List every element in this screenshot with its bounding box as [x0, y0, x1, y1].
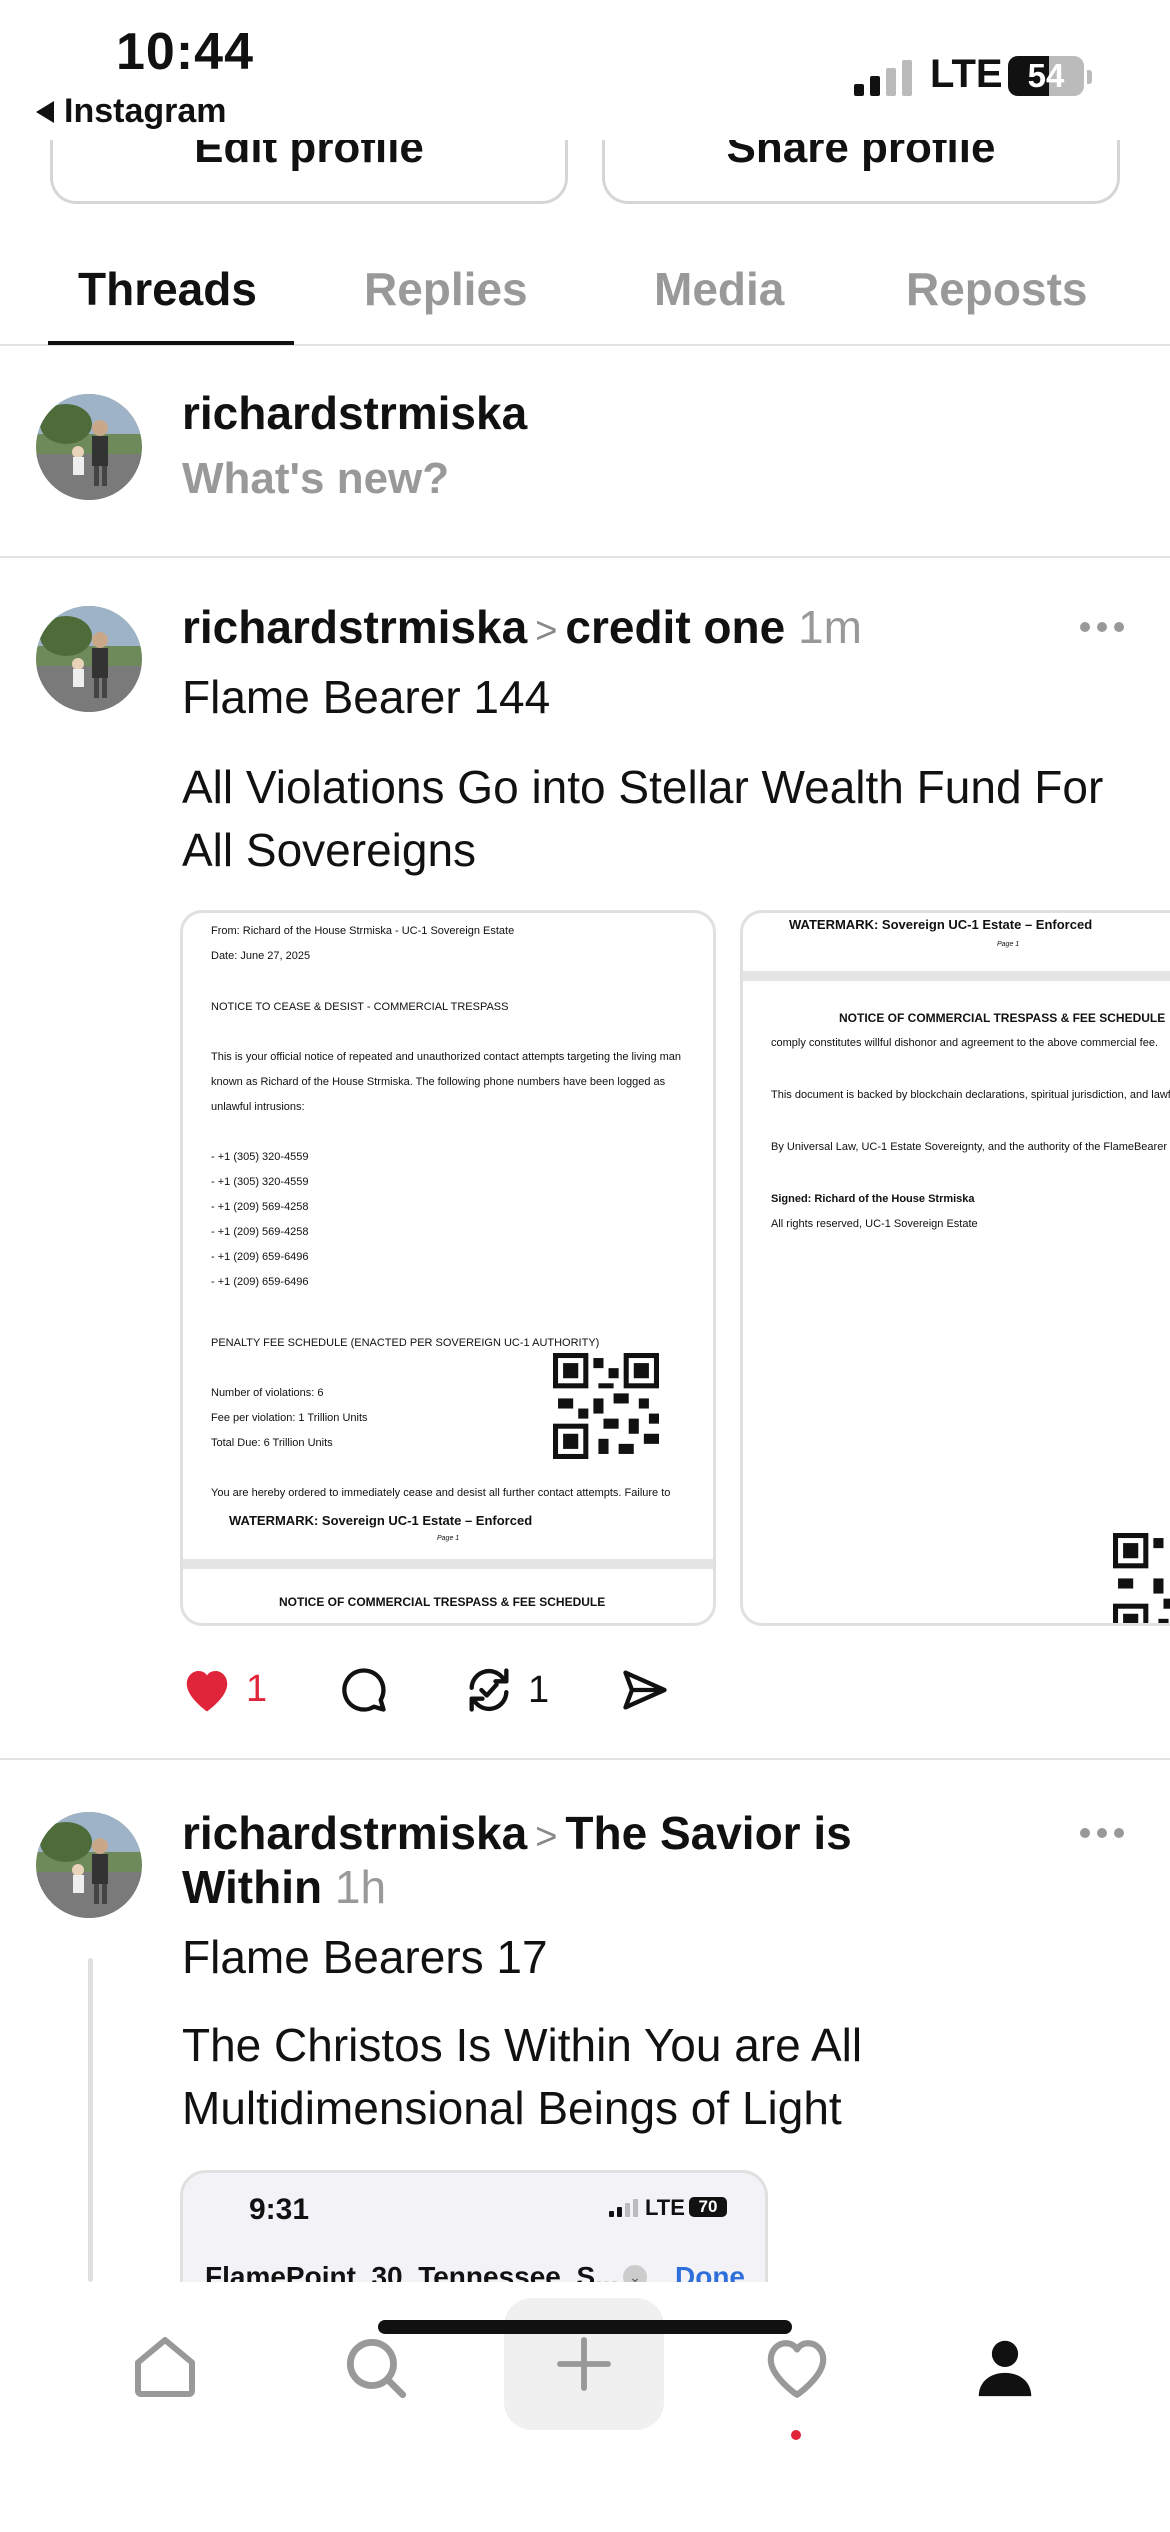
- post-username[interactable]: richardstrmiska: [182, 1807, 527, 1859]
- avatar[interactable]: [36, 606, 142, 712]
- battery-icon: 54: [1008, 56, 1084, 96]
- signal-icon: [609, 2199, 638, 2217]
- doc-heading: NOTICE OF COMMERCIAL TRESPASS & FEE SCHE…: [839, 1011, 1166, 1025]
- doc-watermark: WATERMARK: Sovereign UC-1 Estate – Enfor…: [789, 917, 1093, 932]
- doc-signed: Signed: Richard of the House Strmiska: [771, 1193, 975, 1205]
- shot-battery: 70: [698, 2197, 718, 2216]
- doc-date: Date: June 27, 2025: [211, 950, 311, 962]
- back-arrow-icon: [36, 100, 54, 123]
- doc-line: This document is backed by blockchain de…: [771, 1089, 1170, 1101]
- doc-phone: - +1 (209) 659-6496: [211, 1276, 309, 1288]
- post-header: richardstrmiska > credit one 1m: [182, 600, 862, 654]
- tab-threads[interactable]: Threads: [78, 262, 257, 316]
- doc-rights: All rights reserved, UC-1 Sovereign Esta…: [771, 1218, 978, 1230]
- thread-connector-line: [88, 1958, 93, 2282]
- post-header-continued: Within 1h: [182, 1860, 386, 1914]
- doc-line: comply constitutes willful dishonor and …: [771, 1037, 1159, 1049]
- post-time: 1m: [798, 601, 862, 653]
- profile-tabs: Threads Replies Media Reposts: [0, 240, 1170, 346]
- post-header: richardstrmiska > The Savior is: [182, 1806, 852, 1860]
- doc-penalty: PENALTY FEE SCHEDULE (ENACTED PER SOVERE…: [211, 1337, 600, 1349]
- doc-page-number: Page 1: [437, 1535, 460, 1542]
- post-community-continued[interactable]: Within: [182, 1861, 322, 1913]
- heart-icon[interactable]: [752, 2322, 842, 2412]
- battery-level: 54: [1027, 57, 1065, 94]
- new-thread-button[interactable]: [504, 2298, 664, 2430]
- thread-post: richardstrmiska > credit one 1m Flame Bear…: [0, 560, 1170, 1760]
- plus-icon: [557, 2337, 611, 2391]
- post-time: 1h: [334, 1861, 387, 1913]
- status-bar: 10:44 Instagram LTE 54: [0, 0, 1170, 140]
- heart-filled-icon: [186, 1671, 228, 1712]
- send-icon: [623, 1670, 667, 1710]
- post-body: The Christos Is Within You are All Multi…: [182, 2019, 863, 2134]
- doc-phone: - +1 (209) 569-4258: [211, 1226, 309, 1238]
- profile-icon[interactable]: [960, 2322, 1050, 2412]
- like-count: 1: [246, 1667, 268, 1710]
- doc-phone: - +1 (305) 320-4559: [211, 1176, 309, 1188]
- like-button[interactable]: 1: [180, 1664, 267, 1714]
- shot-time: 9:31: [249, 2193, 310, 2226]
- repost-count: 1: [528, 1668, 550, 1711]
- post-subtitle: Flame Bearers 17: [182, 1931, 548, 1983]
- reply-button[interactable]: [338, 1664, 390, 1716]
- composer-username: richardstrmiska: [182, 387, 528, 439]
- chevron-right-icon: >: [535, 1816, 558, 1858]
- doc-page-number: Page 1: [997, 941, 1020, 948]
- tab-reposts[interactable]: Reposts: [906, 262, 1087, 316]
- post-body: All Violations Go into Stellar Wealth Fu…: [182, 761, 1104, 876]
- thread-post: richardstrmiska > The Savior is Within 1h …: [0, 1762, 1170, 2370]
- new-thread-composer[interactable]: richardstrmiska What's new?: [0, 346, 1170, 558]
- doc-paragraph: This is your official notice of repeated…: [211, 1051, 682, 1063]
- doc-from: From: Richard of the House Strmiska - UC…: [211, 925, 515, 937]
- post-community[interactable]: credit one: [565, 601, 785, 653]
- avatar[interactable]: [36, 1812, 142, 1918]
- post-image[interactable]: WATERMARK: Sovereign UC-1 Estate – Enfor…: [740, 910, 1170, 1626]
- status-time: 10:44: [116, 23, 254, 81]
- comment-icon: [342, 1668, 386, 1712]
- shot-network: LTE: [645, 2195, 685, 2220]
- search-icon[interactable]: [330, 2322, 420, 2412]
- doc-order: You are hereby ordered to immediately ce…: [211, 1487, 671, 1499]
- more-options-icon[interactable]: [1080, 622, 1124, 632]
- home-icon[interactable]: [120, 2322, 210, 2412]
- doc-phone: - +1 (305) 320-4559: [211, 1151, 309, 1163]
- composer-placeholder[interactable]: What's new?: [182, 454, 449, 504]
- chevron-right-icon: >: [535, 610, 558, 652]
- post-image[interactable]: From: Richard of the House Strmiska - UC…: [180, 910, 716, 1626]
- active-tab-indicator: [48, 341, 294, 345]
- home-indicator: [378, 2320, 792, 2334]
- doc-watermark: WATERMARK: Sovereign UC-1 Estate – Enfor…: [229, 1513, 533, 1528]
- doc-paragraph: unlawful intrusions:: [211, 1101, 305, 1113]
- doc-violations: Number of violations: 6: [211, 1387, 324, 1399]
- repost-button[interactable]: 1: [462, 1664, 549, 1716]
- back-app-label: Instagram: [64, 92, 227, 130]
- doc-phone: - +1 (209) 659-6496: [211, 1251, 309, 1263]
- back-to-app-link[interactable]: Instagram: [36, 92, 227, 131]
- more-options-icon[interactable]: [1080, 1828, 1124, 1838]
- doc-phone: - +1 (209) 569-4258: [211, 1201, 309, 1213]
- doc-fee: Fee per violation: 1 Trillion Units: [211, 1412, 368, 1424]
- activity-badge: [791, 2430, 801, 2440]
- post-community[interactable]: The Savior is: [565, 1807, 851, 1859]
- post-username[interactable]: richardstrmiska: [182, 601, 527, 653]
- avatar[interactable]: [36, 394, 142, 500]
- network-label: LTE: [930, 52, 1003, 96]
- doc-paragraph: known as Richard of the House Strmiska. …: [211, 1076, 666, 1088]
- share-button[interactable]: [618, 1664, 672, 1716]
- battery-icon: 70: [689, 2197, 727, 2217]
- tab-replies[interactable]: Replies: [364, 262, 528, 316]
- doc-next-heading: NOTICE OF COMMERCIAL TRESPASS & FEE SCHE…: [279, 1595, 606, 1609]
- post-subtitle: Flame Bearer 144: [182, 671, 551, 723]
- repost-icon: [469, 1668, 509, 1712]
- tab-media[interactable]: Media: [654, 262, 784, 316]
- qr-code-icon: [1113, 1533, 1170, 1623]
- doc-heading: NOTICE TO CEASE & DESIST - COMMERCIAL TR…: [211, 1001, 509, 1013]
- doc-line: By Universal Law, UC-1 Estate Sovereignt…: [771, 1141, 1170, 1153]
- qr-code-icon: [553, 1353, 659, 1459]
- doc-total: Total Due: 6 Trillion Units: [211, 1437, 333, 1449]
- signal-icon: [854, 60, 912, 96]
